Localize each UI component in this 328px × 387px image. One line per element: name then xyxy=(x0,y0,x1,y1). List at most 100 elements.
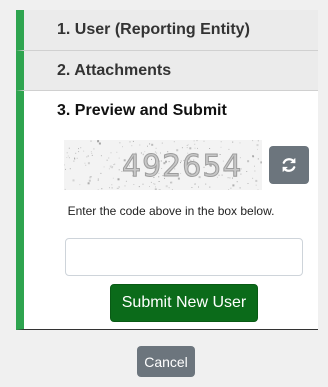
captcha-noise-dot xyxy=(90,140,92,142)
captcha-noise-dot xyxy=(79,184,81,186)
captcha-noise-dot xyxy=(91,154,93,156)
page: 1. User (Reporting Entity) 2. Attachment… xyxy=(0,0,328,387)
captcha-noise-dot xyxy=(113,164,115,166)
captcha-noise-dot xyxy=(193,140,195,142)
captcha-noise-dot xyxy=(74,158,76,160)
step-preview-title: 3. Preview and Submit xyxy=(57,102,227,119)
captcha-noise-dot xyxy=(116,151,118,153)
captcha-noise-dot xyxy=(100,155,102,157)
captcha-noise-dot xyxy=(194,143,196,145)
captcha-image: 492654 xyxy=(64,140,262,190)
refresh-captcha-button[interactable] xyxy=(269,146,309,184)
captcha-noise-dot xyxy=(139,144,141,146)
captcha-noise-dot xyxy=(118,157,120,159)
captcha-noise-dot xyxy=(147,145,148,147)
captcha-noise-dot xyxy=(239,142,241,144)
captcha-noise-dot xyxy=(97,140,100,143)
captcha-noise-dot xyxy=(66,152,68,154)
captcha-noise-dot xyxy=(257,140,259,142)
captcha-instruction: Enter the code above in the box below. xyxy=(67,204,275,218)
captcha-noise-dot xyxy=(65,168,66,170)
captcha-noise-dot xyxy=(124,185,126,187)
captcha-noise-dot xyxy=(91,152,93,154)
captcha-noise-dot xyxy=(155,186,156,188)
captcha-noise-dot xyxy=(97,189,99,190)
captcha-noise-dot xyxy=(203,140,205,142)
captcha-noise-dot xyxy=(129,141,131,143)
captcha-noise-dot xyxy=(220,146,222,148)
captcha-noise-dot xyxy=(87,162,90,165)
captcha-noise-dot xyxy=(85,164,87,166)
captcha-noise-dot xyxy=(68,157,70,159)
captcha-noise-dot xyxy=(239,187,241,189)
captcha-noise-dot xyxy=(100,172,102,174)
captcha-noise-dot xyxy=(108,157,110,159)
captcha-code: 492654 xyxy=(122,149,243,184)
captcha-noise-dot xyxy=(198,186,199,188)
captcha-noise-dot xyxy=(154,188,157,190)
captcha-noise-dot xyxy=(138,186,140,188)
step-preview-panel: 3. Preview and Submit 492654 Enter the c… xyxy=(16,91,318,330)
captcha-noise-dot xyxy=(93,148,95,150)
captcha-noise-dot xyxy=(87,182,90,185)
captcha-noise-dot xyxy=(255,184,257,186)
captcha-noise-dot xyxy=(109,165,112,168)
captcha-noise-dot xyxy=(110,152,112,154)
captcha-noise-dot xyxy=(78,148,79,150)
captcha-noise-dot xyxy=(111,187,113,189)
captcha-noise-dot xyxy=(84,162,86,164)
captcha-noise-dot xyxy=(112,166,114,168)
captcha-noise-dot xyxy=(186,145,188,146)
captcha-noise-dot xyxy=(103,166,105,168)
captcha-noise-dot xyxy=(116,187,118,189)
captcha-noise-dot xyxy=(247,160,250,163)
captcha-noise-dot xyxy=(72,179,75,182)
captcha-code-input[interactable] xyxy=(65,238,303,276)
captcha-noise-dot xyxy=(131,145,133,147)
captcha-noise-dot xyxy=(171,189,173,190)
captcha-noise-dot xyxy=(254,165,255,167)
captcha-noise-dot xyxy=(86,156,88,158)
submit-new-user-button[interactable]: Submit New User xyxy=(110,284,258,322)
captcha-noise-dot xyxy=(90,176,92,178)
captcha-noise-dot xyxy=(111,184,113,186)
captcha-noise-dot xyxy=(133,184,135,185)
step-user-header[interactable]: 1. User (Reporting Entity) xyxy=(16,10,318,51)
cancel-button[interactable]: Cancel xyxy=(137,346,195,377)
captcha-noise-dot xyxy=(232,141,234,143)
captcha-noise-dot xyxy=(98,142,101,145)
refresh-icon xyxy=(282,158,296,172)
captcha-noise-dot xyxy=(69,168,71,170)
captcha-noise-dot xyxy=(230,187,232,189)
step-attachments-header[interactable]: 2. Attachments xyxy=(16,51,318,91)
captcha-noise-dot xyxy=(109,187,110,189)
captcha-noise-dot xyxy=(158,189,161,190)
captcha-noise-dot xyxy=(101,188,103,190)
captcha-noise-dot xyxy=(256,144,259,147)
captcha-noise-dot xyxy=(228,189,230,190)
captcha-noise-dot xyxy=(117,188,119,189)
captcha-noise-dot xyxy=(252,140,254,142)
captcha-noise-dot xyxy=(246,171,248,172)
captcha-noise-dot xyxy=(119,142,121,144)
captcha-noise-dot xyxy=(80,147,82,149)
captcha-noise-dot xyxy=(247,183,249,184)
step-user-label: 1. User (Reporting Entity) xyxy=(57,21,250,38)
captcha-noise-dot xyxy=(117,178,120,181)
captcha-noise-dot xyxy=(255,179,258,182)
captcha-noise-dot xyxy=(83,150,85,152)
captcha-noise-dot xyxy=(64,164,65,166)
captcha-noise-dot xyxy=(165,185,168,188)
wizard-accordion: 1. User (Reporting Entity) 2. Attachment… xyxy=(16,10,318,330)
captcha-noise-dot xyxy=(112,177,114,179)
captcha-noise-dot xyxy=(68,147,70,149)
captcha-noise-dot xyxy=(90,151,92,153)
captcha-noise-dot xyxy=(97,178,99,180)
captcha-noise-dot xyxy=(78,151,80,153)
captcha-noise-dot xyxy=(187,144,189,146)
captcha-noise-dot xyxy=(232,184,235,187)
captcha-noise-dot xyxy=(118,169,120,171)
captcha-noise-dot xyxy=(252,177,254,179)
captcha-noise-dot xyxy=(132,140,134,142)
captcha-noise-dot xyxy=(196,140,198,142)
